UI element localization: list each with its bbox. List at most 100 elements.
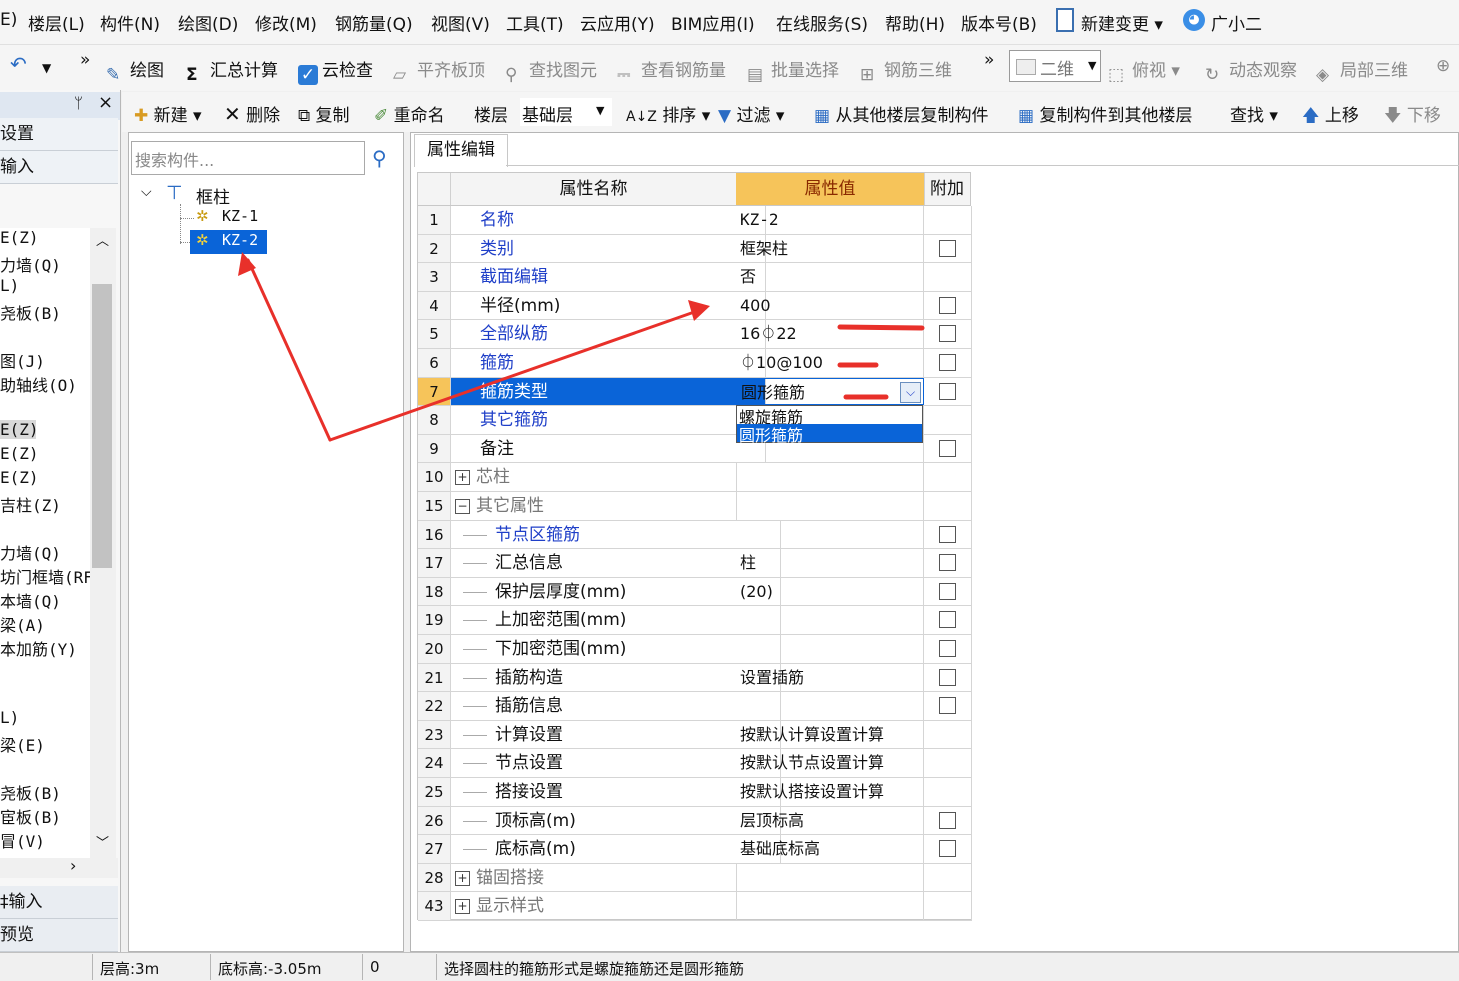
attach-checkbox[interactable] [939,325,956,343]
zoom-icon[interactable]: ⊕ [1436,56,1450,76]
scroll-right-icon[interactable]: › [70,856,76,875]
attach-checkbox[interactable] [939,296,956,314]
attach-checkbox[interactable] [939,525,956,543]
row-value[interactable]: 基础底标高 [736,835,924,863]
table-row[interactable]: 22 插筋信息 [418,692,972,721]
menu-tools[interactable]: 工具(T) [506,10,564,35]
menu-bim[interactable]: BIM应用(I) [671,10,755,35]
menu-online[interactable]: 在线服务(S) [776,10,868,35]
row-value[interactable]: 16⏀22 [736,320,924,348]
table-row[interactable]: 19 上加密范围(mm) [418,606,972,635]
undo-dropdown-icon[interactable]: ▼ [42,61,51,75]
table-row[interactable]: 25 搭接设置 按默认搭接设置计算 [418,778,972,807]
header-prop-value[interactable]: 属性值 [736,173,925,205]
attach-checkbox[interactable] [939,811,956,829]
nav-item[interactable]: 宦板(B) [0,804,61,828]
nav-item[interactable]: 坊门框墙(RF [0,564,93,588]
nav-scroll-thumb[interactable] [92,284,112,568]
row-value[interactable] [736,520,924,549]
delete-button[interactable]: ✕ 删除 [224,101,280,126]
copy-from-floor-button[interactable]: ▦ 从其他楼层复制构件 [814,101,988,126]
menu-edit[interactable]: E) [0,10,17,30]
table-row[interactable]: 23 计算设置 按默认计算设置计算 [418,720,972,750]
overflow-icon[interactable]: » [80,50,90,70]
attach-checkbox[interactable] [939,840,956,858]
draw-button[interactable]: ✎ 绘图 [106,56,164,85]
attach-checkbox[interactable] [939,611,956,629]
nav-item[interactable]: 尧板(B) [0,300,61,324]
view-rebar-button[interactable]: ⎓ 查看钢筋量 [617,56,726,85]
nav-item[interactable]: 吉柱(Z) [0,492,61,516]
table-row-group[interactable]: 10 + 芯柱 [418,463,972,492]
rebar-3d-button[interactable]: ⊞ 钢筋三维 [860,56,952,85]
table-row[interactable]: 1 名称 KZ-2 [418,206,972,235]
table-row[interactable]: 4 半径(mm) 400 [418,291,972,321]
row-value[interactable]: ⏀10@100 [736,349,924,377]
table-row-selected[interactable]: 7 箍筋类型 圆形箍筋 ⌵ [418,377,972,407]
table-row[interactable]: 26 顶标高(m) 层顶标高 [418,806,972,836]
table-row[interactable]: 6 箍筋 ⏀10@100 [418,349,972,378]
attach-checkbox[interactable] [939,439,956,457]
nav-scrollbar[interactable]: ︿ ﹀ [90,228,116,858]
view-mode-select[interactable]: 二维 ▼ [1009,50,1101,82]
overflow-icon-2[interactable]: » [984,50,994,70]
stirrup-type-select[interactable]: 圆形箍筋 [736,377,924,406]
table-row[interactable]: 21 插筋构造 设置插筋 [418,663,972,693]
find-button[interactable]: 查找 ▾ [1230,101,1278,126]
cloud-check-button[interactable]: ✓ 云检查 [298,56,373,85]
copy-to-floor-button[interactable]: ▦ 复制构件到其他楼层 [1018,101,1192,126]
expand-icon[interactable]: + [455,470,470,486]
nav-item[interactable]: 本加筋(Y) [0,636,77,660]
nav-item[interactable]: 图(J) [0,348,45,372]
table-row[interactable]: 24 节点设置 按默认节点设置计算 [418,749,972,778]
expand-icon[interactable]: + [455,870,470,886]
tree-item-kz1[interactable]: KZ-1 [222,207,258,225]
collapse-icon[interactable]: − [455,499,470,514]
scroll-up-icon[interactable]: ︿ [96,230,109,249]
row-value[interactable] [736,692,924,720]
nav-section-preview[interactable]: 预览 [0,919,118,952]
menu-cloud[interactable]: 云应用(Y) [580,10,655,35]
top-view-button[interactable]: ⬚ 俯视 ▾ [1108,56,1180,85]
search-icon[interactable]: ⚲ [372,146,387,170]
rename-button[interactable]: ✐ 重命名 [374,101,445,126]
menu-new-change[interactable]: 新建变更 ▾ [1081,10,1163,35]
attach-checkbox[interactable] [939,582,956,600]
table-row-group[interactable]: 43 + 显示样式 [418,892,972,921]
nav-item[interactable]: E(Z) [0,444,39,463]
sum-calc-button[interactable]: Σ 汇总计算 [186,56,278,85]
find-element-button[interactable]: ⚲ 查找图元 [505,56,597,85]
nav-item[interactable]: E(Z) [0,228,39,247]
header-prop-name[interactable]: 属性名称 [451,173,737,205]
row-value[interactable]: 400 [736,291,924,320]
chevron-down-icon[interactable]: ⌵ [900,381,921,403]
row-value[interactable]: (20) [736,577,924,606]
nav-section-settings[interactable]: 设置 [0,118,118,151]
nav-item[interactable]: 冒(V) [0,828,45,852]
header-extra[interactable]: 附加 [924,173,970,205]
menu-help[interactable]: 帮助(H) [885,10,945,35]
row-value[interactable]: 层顶标高 [736,806,924,835]
flat-top-button[interactable]: ▱ 平齐板顶 [393,56,485,85]
floor-select[interactable]: 基础层 ▼ [520,98,612,126]
table-row-group[interactable]: 15 − 其它属性 [418,492,972,521]
row-value[interactable]: 按默认搭接设置计算 [736,778,924,806]
menu-draw[interactable]: 绘图(D) [178,10,238,35]
row-value[interactable]: 柱 [736,549,924,577]
copy-button[interactable]: ⧉ 复制 [298,101,350,126]
attach-checkbox[interactable] [939,554,956,572]
row-value[interactable]: 按默认节点设置计算 [736,749,924,777]
tree-root[interactable]: 框柱 [196,183,230,208]
nav-hscrollbar[interactable]: › [0,856,118,878]
row-value[interactable] [736,635,924,663]
local-3d-button[interactable]: ◈ 局部三维 [1316,56,1408,85]
menu-rebar[interactable]: 钢筋量(Q) [335,10,413,35]
row-value[interactable]: 设置插筋 [736,663,924,692]
tab-property-edit[interactable]: 属性编辑 [414,134,508,167]
move-down-button[interactable]: 🡇 下移 [1384,101,1441,132]
expand-icon[interactable]: + [455,899,470,915]
nav-section-table-input[interactable]: ‡输入 [0,886,118,919]
menu-modify[interactable]: 修改(M) [255,10,317,35]
attach-checkbox[interactable] [939,640,956,657]
table-row[interactable]: 3 截面编辑 否 [418,263,972,292]
